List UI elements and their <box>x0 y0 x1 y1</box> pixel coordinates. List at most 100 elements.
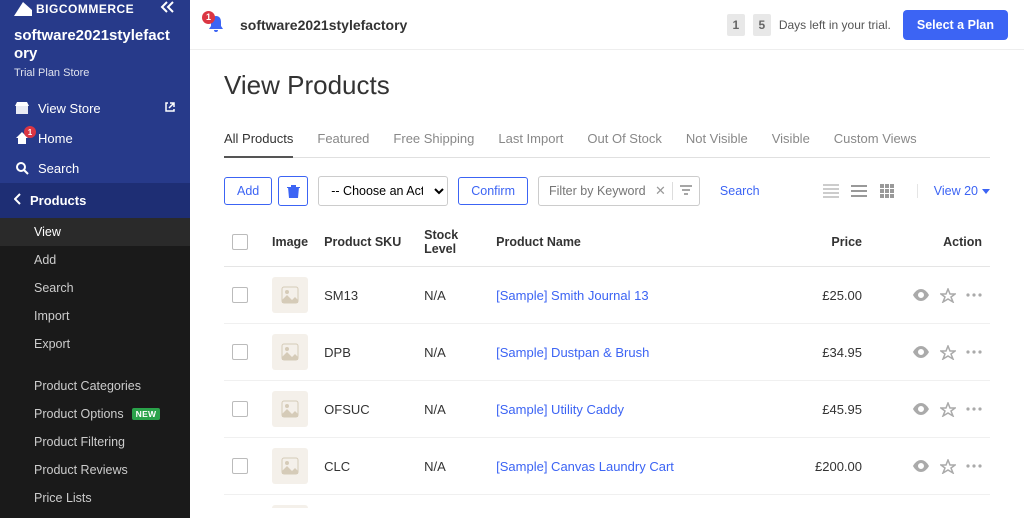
tab-visible[interactable]: Visible <box>772 123 810 158</box>
clear-filter-icon[interactable]: ✕ <box>655 183 666 199</box>
table-row: DPBN/A[Sample] Dustpan & Brush£34.95 <box>224 324 990 381</box>
cell-stock: N/A <box>416 267 488 324</box>
tab-free-shipping[interactable]: Free Shipping <box>393 123 474 158</box>
action-select[interactable]: -- Choose an Action -- <box>318 176 448 206</box>
toolbar: Add -- Choose an Action -- Confirm ✕ Sea… <box>224 176 990 206</box>
star-icon[interactable] <box>940 459 956 474</box>
view-list-dense-icon[interactable] <box>819 179 843 203</box>
cell-sku: SM13 <box>316 267 416 324</box>
row-checkbox[interactable] <box>232 287 248 303</box>
delete-button[interactable] <box>278 176 308 206</box>
more-icon[interactable] <box>966 407 982 411</box>
cell-sku: CLC <box>316 438 416 495</box>
trial-indicator: 1 5 Days left in your trial. <box>727 14 891 36</box>
sidebar-search[interactable]: Search <box>0 153 190 183</box>
visibility-icon[interactable] <box>912 346 930 358</box>
view-grid-icon[interactable] <box>875 179 899 203</box>
sidebar-sub-view[interactable]: View <box>0 218 190 246</box>
cell-price: £45.95 <box>780 381 870 438</box>
filter-settings-icon[interactable] <box>679 184 693 199</box>
visibility-icon[interactable] <box>912 289 930 301</box>
notification-bell[interactable]: 1 <box>206 14 228 36</box>
topbar: 1 software2021stylefactory 1 5 Days left… <box>190 0 1024 50</box>
content: View Products All Products Featured Free… <box>190 50 1024 508</box>
sidebar-sub-filtering[interactable]: Product Filtering <box>0 428 190 456</box>
product-image[interactable] <box>272 448 308 484</box>
cell-price: £34.95 <box>780 324 870 381</box>
sidebar-section-products[interactable]: Products <box>0 183 190 218</box>
cell-sku: OFSUC <box>316 381 416 438</box>
filter-box: ✕ <box>538 176 700 206</box>
external-link-icon <box>164 101 176 116</box>
more-icon[interactable] <box>966 350 982 354</box>
view-count-dropdown[interactable]: View 20 <box>917 184 990 198</box>
col-sku[interactable]: Product SKU <box>316 220 416 267</box>
table-row: CGLDN/A[Sample] Laundry Detergent£29.95 <box>224 495 990 509</box>
products-table: Image Product SKU Stock Level Product Na… <box>224 220 990 508</box>
page-title: View Products <box>224 70 990 101</box>
tab-all-products[interactable]: All Products <box>224 123 293 158</box>
new-badge: NEW <box>132 408 161 420</box>
col-image[interactable]: Image <box>264 220 316 267</box>
home-badge: 1 <box>24 126 36 138</box>
col-action: Action <box>870 220 990 267</box>
trial-digit-1: 1 <box>727 14 745 36</box>
sidebar-sub-import[interactable]: Import <box>0 302 190 330</box>
confirm-button[interactable]: Confirm <box>458 177 528 205</box>
more-icon[interactable] <box>966 464 982 468</box>
sidebar: BIGCOMMERCE software2021stylefactory Tri… <box>0 0 190 508</box>
product-image[interactable] <box>272 334 308 370</box>
product-name-link[interactable]: [Sample] Canvas Laundry Cart <box>496 459 674 474</box>
cell-sku: DPB <box>316 324 416 381</box>
sidebar-sub-options[interactable]: Product Options NEW <box>0 400 190 428</box>
col-name[interactable]: Product Name <box>488 220 780 267</box>
col-price[interactable]: Price <box>780 220 870 267</box>
product-image[interactable] <box>272 277 308 313</box>
sidebar-logo-row: BIGCOMMERCE <box>0 0 190 17</box>
tab-featured[interactable]: Featured <box>317 123 369 158</box>
sidebar-sub-categories[interactable]: Product Categories <box>0 372 190 400</box>
tab-out-of-stock[interactable]: Out Of Stock <box>587 123 661 158</box>
product-name-link[interactable]: [Sample] Smith Journal 13 <box>496 288 648 303</box>
row-checkbox[interactable] <box>232 344 248 360</box>
store-header: software2021stylefactory Trial Plan Stor… <box>0 17 190 93</box>
collapse-sidebar-icon[interactable] <box>160 0 176 17</box>
sidebar-sub-export[interactable]: Export <box>0 330 190 358</box>
row-checkbox[interactable] <box>232 401 248 417</box>
star-icon[interactable] <box>940 402 956 417</box>
row-checkbox[interactable] <box>232 458 248 474</box>
add-button[interactable]: Add <box>224 177 272 205</box>
sidebar-view-store[interactable]: View Store <box>0 93 190 123</box>
col-stock[interactable]: Stock Level <box>416 220 488 267</box>
cell-price: £200.00 <box>780 438 870 495</box>
star-icon[interactable] <box>940 345 956 360</box>
store-name: software2021stylefactory <box>14 27 176 63</box>
trial-digit-2: 5 <box>753 14 771 36</box>
select-plan-button[interactable]: Select a Plan <box>903 10 1008 40</box>
search-button[interactable]: Search <box>710 178 770 204</box>
sidebar-sub-reviews[interactable]: Product Reviews <box>0 456 190 484</box>
sidebar-sub-add[interactable]: Add <box>0 246 190 274</box>
brand-logo: BIGCOMMERCE <box>14 2 134 16</box>
main: 1 software2021stylefactory 1 5 Days left… <box>190 0 1024 508</box>
star-icon[interactable] <box>940 288 956 303</box>
sidebar-submenu: View Add Search Import Export Product Ca… <box>0 218 190 518</box>
visibility-icon[interactable] <box>912 403 930 415</box>
filter-input[interactable] <box>549 184 649 198</box>
select-all-checkbox[interactable] <box>232 234 248 250</box>
product-image[interactable] <box>272 391 308 427</box>
sidebar-home[interactable]: 1 Home <box>0 123 190 153</box>
product-name-link[interactable]: [Sample] Dustpan & Brush <box>496 345 649 360</box>
sidebar-sub-search[interactable]: Search <box>0 274 190 302</box>
view-list-icon[interactable] <box>847 179 871 203</box>
trial-text: Days left in your trial. <box>779 18 891 32</box>
storefront-icon <box>14 100 30 116</box>
cell-price: £25.00 <box>780 267 870 324</box>
product-name-link[interactable]: [Sample] Utility Caddy <box>496 402 624 417</box>
tab-not-visible[interactable]: Not Visible <box>686 123 748 158</box>
tab-custom-views[interactable]: Custom Views <box>834 123 917 158</box>
more-icon[interactable] <box>966 293 982 297</box>
cell-stock: N/A <box>416 381 488 438</box>
visibility-icon[interactable] <box>912 460 930 472</box>
tab-last-import[interactable]: Last Import <box>498 123 563 158</box>
